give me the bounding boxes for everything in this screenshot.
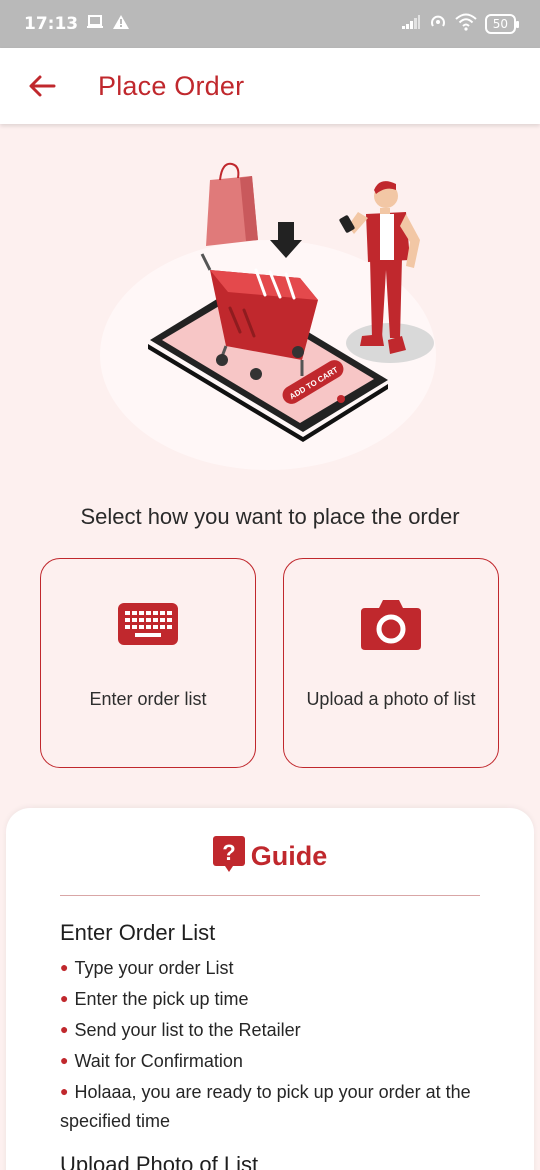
status-time: 17:13 [24,14,79,34]
svg-text:?: ? [222,840,235,865]
bullet-icon: ● [60,990,69,1006]
list-item: ● Holaaa, you are ready to pick up your o… [60,1082,471,1131]
back-button[interactable] [22,66,62,106]
battery-icon: 50 [484,14,520,34]
enter-order-list-option[interactable]: Enter order list [40,558,256,768]
guide-section-title: Enter Order List [60,920,216,945]
upload-photo-label: Upload a photo of list [306,689,476,709]
page-title: Place Order [98,70,245,101]
camera-icon [361,599,421,650]
list-item: ● Enter the pick up time [60,989,249,1009]
upload-photo-option[interactable]: Upload a photo of list [283,558,499,768]
list-item: ● Send your list to the Retailer [60,1020,301,1040]
warning-icon [112,14,130,34]
bullet-icon: ● [60,1083,69,1099]
guide-card: ? Guide Enter Order List ● Type your orde… [6,808,534,1170]
laptop-icon [86,14,104,34]
question-icon: ? [212,836,245,876]
hotspot-icon [429,13,447,35]
signal-icon [401,14,421,34]
guide-divider [60,895,480,896]
guide-section-title: Upload Photo of List [60,1152,259,1170]
bullet-icon: ● [60,959,69,975]
status-bar: 17:13 50 [0,0,540,48]
shopping-bag-graphic [206,162,258,246]
wifi-icon [455,13,477,35]
selection-prompt: Select how you want to place the order [80,504,460,529]
app-bar: Place Order [0,48,540,124]
guide-steps-list: ● Type your order List ● Enter the pick up… [60,954,490,1137]
keyboard-icon [118,599,178,649]
list-item: ● Wait for Confirmation [60,1051,243,1071]
bullet-icon: ● [60,1021,69,1037]
guide-header: ? Guide [6,836,534,876]
bullet-icon: ● [60,1052,69,1068]
list-item: ● Type your order List [60,958,234,978]
guide-title: Guide [250,840,328,871]
arrow-left-icon [29,75,56,97]
enter-order-list-label: Enter order list [89,689,207,709]
hero-illustration: ADD TO CART [90,150,450,480]
